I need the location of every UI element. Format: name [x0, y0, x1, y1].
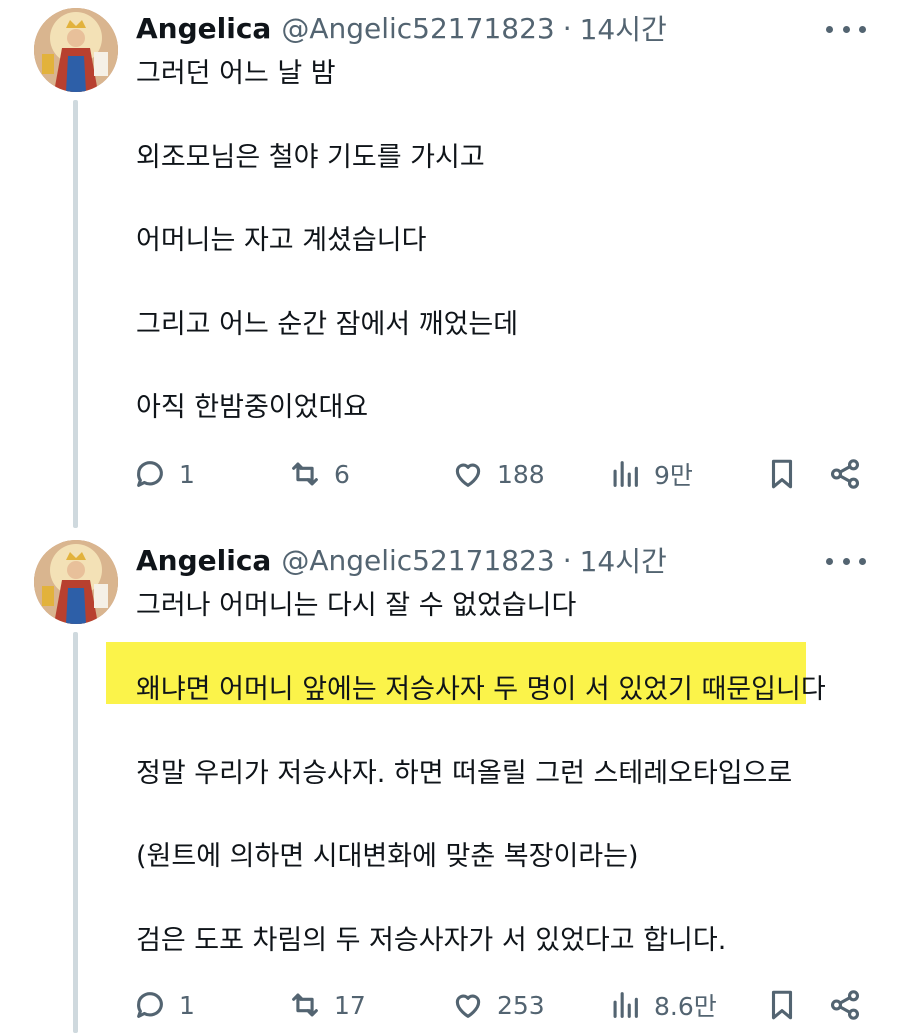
bar-chart-icon	[613, 461, 638, 487]
bookmark-icon	[771, 459, 793, 489]
tweet-text-paragraph: 그러던 어느 날 밤	[136, 58, 336, 89]
repost-count: 17	[334, 990, 366, 1020]
share-icon	[830, 459, 860, 489]
like-count: 188	[497, 459, 545, 489]
tweet-header: Angelica @Angelic52171823 · 14시간	[136, 8, 667, 48]
views-button[interactable]: 9만	[608, 452, 693, 496]
tweet-text-paragraph: 외조모님은 철야 기도를 가시고	[136, 142, 485, 173]
repost-arrows-icon	[292, 993, 318, 1017]
author-name[interactable]: Angelica	[136, 12, 271, 45]
reply-button[interactable]: 1	[133, 983, 195, 1027]
author-name[interactable]: Angelica	[136, 544, 271, 577]
reply-button[interactable]: 1	[133, 452, 195, 496]
tweet-text-paragraph: 그리고 어느 순간 잠에서 깨었는데	[136, 309, 519, 340]
share-icon	[830, 990, 860, 1020]
more-dots-icon[interactable]	[826, 19, 866, 39]
views-button[interactable]: 8.6만	[608, 983, 717, 1027]
more-dots-icon[interactable]	[826, 551, 866, 571]
bar-chart-icon	[613, 992, 638, 1018]
tweet-text-paragraph: (원트에 의하면 시대변화에 맞춘 복장이라는)	[136, 841, 639, 872]
tweet-text-paragraph: 어머니는 자고 계셨습니다	[136, 225, 427, 256]
thread-line	[73, 100, 78, 528]
bookmark-button[interactable]	[765, 983, 799, 1027]
avatar[interactable]	[34, 540, 118, 624]
thread-line	[73, 632, 78, 1033]
tweet-text-paragraph: 아직 한밤중이었대요	[136, 392, 369, 423]
like-count: 253	[497, 990, 545, 1020]
bookmark-button[interactable]	[765, 452, 799, 496]
views-count: 9만	[654, 461, 693, 490]
speech-bubble-icon	[137, 992, 163, 1018]
like-button[interactable]: 188	[451, 452, 545, 496]
tweet-header: Angelica @Angelic52171823 · 14시간	[136, 540, 667, 580]
speech-bubble-icon	[137, 461, 163, 487]
share-button[interactable]	[828, 452, 862, 496]
like-button[interactable]: 253	[451, 983, 545, 1027]
views-count: 8.6만	[654, 992, 717, 1021]
reply-count: 1	[179, 459, 195, 489]
tweet-text-paragraph-highlighted: 왜냐면 어머니 앞에는 저승사자 두 명이 서 있었기 때문입니다	[136, 674, 826, 705]
reply-count: 1	[179, 990, 195, 1020]
repost-button[interactable]: 6	[288, 452, 350, 496]
repost-count: 6	[334, 459, 350, 489]
tweet-text-paragraph: 그러나 어머니는 다시 잘 수 없었습니다	[136, 590, 577, 621]
timestamp[interactable]: 14시간	[580, 8, 667, 48]
author-handle[interactable]: @Angelic52171823	[281, 12, 554, 45]
tweet-actions: 1 6 188 9만	[133, 452, 873, 496]
avatar[interactable]	[34, 8, 118, 92]
heart-icon	[455, 463, 481, 487]
separator-dot: ·	[562, 543, 572, 577]
tweet-actions: 1 17 253 8.6만	[133, 983, 873, 1027]
tweet-text-paragraph: 검은 도포 차림의 두 저승사자가 서 있었다고 합니다.	[136, 925, 727, 956]
share-button[interactable]	[828, 983, 862, 1027]
tweet-text-paragraph: 정말 우리가 저승사자. 하면 떠올릴 그런 스테레오타입으로	[136, 758, 793, 789]
author-handle[interactable]: @Angelic52171823	[281, 544, 554, 577]
heart-icon	[455, 994, 481, 1018]
bookmark-icon	[771, 990, 793, 1020]
repost-arrows-icon	[292, 462, 318, 486]
repost-button[interactable]: 17	[288, 983, 366, 1027]
timestamp[interactable]: 14시간	[580, 540, 667, 580]
separator-dot: ·	[562, 11, 572, 45]
